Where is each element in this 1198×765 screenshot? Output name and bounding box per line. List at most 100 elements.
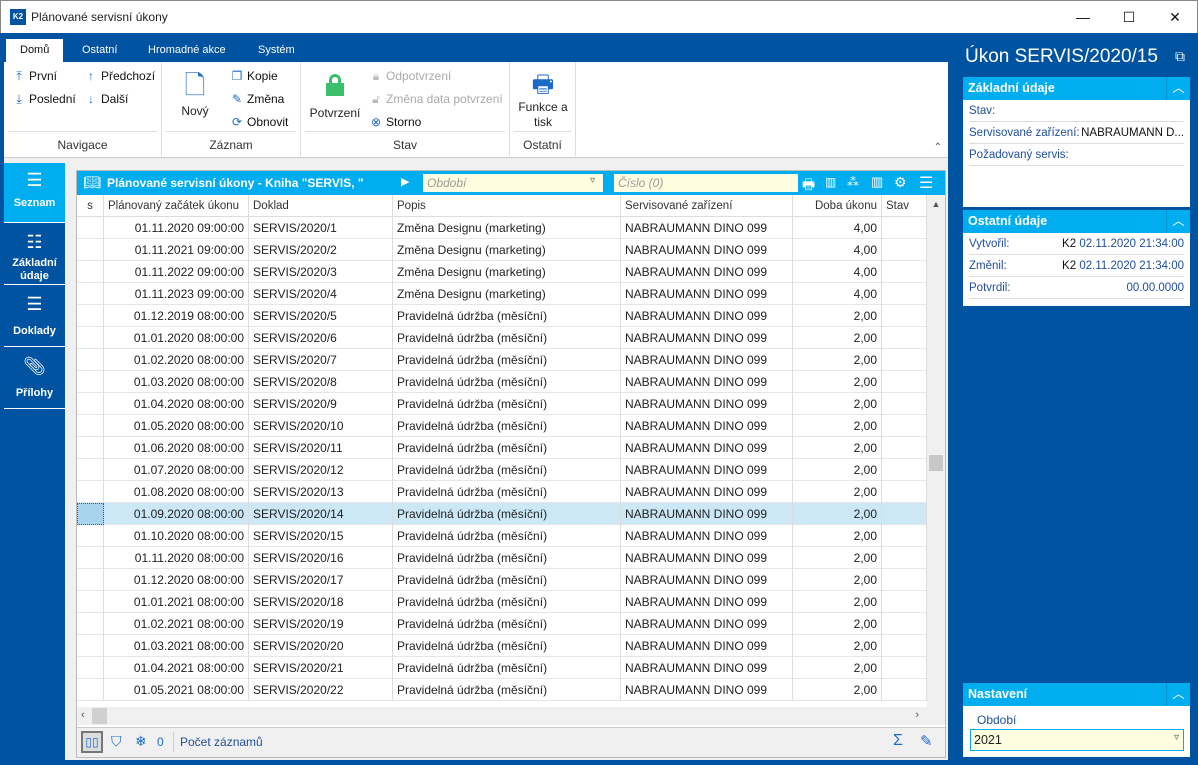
edit-button[interactable]: ✎ Změna: [230, 92, 284, 106]
collapse-icon[interactable]: ︿: [1166, 683, 1190, 706]
refresh-button[interactable]: ⟳ Obnovit: [230, 115, 288, 129]
copy-label: Kopie: [247, 69, 278, 83]
functions-print-button[interactable]: 🖶 Funkce a tisk: [514, 70, 572, 130]
cell-stav: [882, 569, 927, 591]
column-header[interactable]: s: [77, 195, 104, 217]
cell-marker: [77, 613, 104, 635]
edit-pencil-icon[interactable]: ✎: [920, 732, 933, 750]
table-row[interactable]: 01.12.2019 08:00:00 SERVIS/2020/5 Pravidel…: [77, 305, 927, 327]
column-header[interactable]: Doba úkonu: [793, 195, 882, 217]
scroll-right-icon[interactable]: ›: [915, 709, 919, 721]
table-row[interactable]: 01.12.2020 08:00:00 SERVIS/2020/17 Pravide…: [77, 569, 927, 591]
tab-system[interactable]: Systém: [244, 39, 309, 62]
menu-icon[interactable]: ☰: [919, 173, 933, 193]
record-count-button[interactable]: Počet záznamů: [180, 735, 263, 749]
open-external-icon[interactable]: ⧉: [1175, 48, 1185, 65]
chart-icon[interactable]: ▥: [825, 175, 836, 189]
nav-item-doklady[interactable]: ☰ Doklady: [4, 287, 65, 347]
previous-button[interactable]: ↑ Předchozí: [84, 69, 155, 83]
list-icon: ☰: [26, 294, 43, 314]
scroll-thumb[interactable]: [929, 455, 943, 471]
column-header[interactable]: Stav: [882, 195, 927, 217]
nav-label: Doklady: [13, 325, 56, 337]
sum-icon[interactable]: Σ: [893, 732, 903, 750]
cell: Pravidelná údržba (měsíční): [393, 635, 621, 657]
table-row[interactable]: 01.03.2020 08:00:00 SERVIS/2020/8 Pravidel…: [77, 371, 927, 393]
tab-hromadne-akce[interactable]: Hromadné akce: [134, 39, 240, 62]
vertical-scrollbar[interactable]: ▲: [927, 195, 945, 725]
previous-label: Předchozí: [101, 69, 156, 83]
dropdown-icon[interactable]: ▿: [1174, 732, 1179, 743]
filter-icon[interactable]: ⛉: [111, 733, 122, 750]
maximize-icon[interactable]: ☐: [1106, 5, 1152, 29]
table-row[interactable]: 01.05.2020 08:00:00 SERVIS/2020/10 Pravide…: [77, 415, 927, 437]
table-row[interactable]: 01.05.2021 08:00:00 SERVIS/2020/22 Pravide…: [77, 679, 927, 701]
table-row[interactable]: 01.02.2020 08:00:00 SERVIS/2020/7 Pravidel…: [77, 349, 927, 371]
tree-icon[interactable]: ⁂: [847, 175, 859, 189]
period-select[interactable]: 2021 ▿: [970, 729, 1184, 751]
book-icon[interactable]: 📖︎: [83, 174, 101, 191]
table-row[interactable]: 01.03.2021 08:00:00 SERVIS/2020/20 Pravide…: [77, 635, 927, 657]
table-row[interactable]: 01.11.2020 09:00:00 SERVIS/2020/1 Změna De…: [77, 217, 927, 239]
gear-icon[interactable]: ⚙: [894, 174, 907, 191]
table-row[interactable]: 01.11.2023 09:00:00 SERVIS/2020/4 Změna De…: [77, 283, 927, 305]
table-row[interactable]: 01.06.2020 08:00:00 SERVIS/2020/11 Pravide…: [77, 437, 927, 459]
paperclip-icon: 📎︎: [23, 356, 46, 376]
confirm-button[interactable]: Potvrzení: [307, 70, 363, 121]
field-value: NABRAUMANN D...: [1081, 127, 1184, 139]
table-row[interactable]: 01.02.2021 08:00:00 SERVIS/2020/19 Pravide…: [77, 613, 927, 635]
book-toggle-icon[interactable]: ▯▯: [81, 731, 103, 753]
nav-item-seznam[interactable]: ☰ Seznam: [4, 163, 65, 223]
cell: SERVIS/2020/12: [249, 459, 393, 481]
table-row[interactable]: 01.04.2020 08:00:00 SERVIS/2020/9 Pravidel…: [77, 393, 927, 415]
column-header[interactable]: Doklad: [249, 195, 393, 217]
columns-icon[interactable]: ▥: [871, 174, 883, 190]
scroll-up-icon[interactable]: ▲: [927, 199, 945, 209]
table-row[interactable]: 01.04.2021 08:00:00 SERVIS/2020/21 Pravide…: [77, 657, 927, 679]
table-row[interactable]: 01.08.2020 08:00:00 SERVIS/2020/13 Pravide…: [77, 481, 927, 503]
column-header[interactable]: Plánovaný začátek úkonu: [104, 195, 249, 217]
minimize-icon[interactable]: —: [1060, 5, 1106, 29]
cell-stav: [882, 371, 927, 393]
cell: SERVIS/2020/13: [249, 481, 393, 503]
number-search-input[interactable]: Číslo (0): [614, 174, 798, 192]
scroll-left-icon[interactable]: ‹: [81, 709, 85, 721]
last-button[interactable]: ⤓ Poslední: [12, 92, 75, 107]
new-button[interactable]: 🗋 Nový: [172, 70, 218, 119]
collapse-icon[interactable]: ︿: [1166, 210, 1190, 233]
table-row[interactable]: 01.07.2020 08:00:00 SERVIS/2020/12 Pravide…: [77, 459, 927, 481]
cell: Změna Designu (marketing): [393, 239, 621, 261]
nav-item-zakladni-udaje[interactable]: ☷ Základní údaje: [4, 225, 65, 285]
close-icon[interactable]: ✕: [1152, 5, 1198, 29]
unconfirm-button[interactable]: 🔒︎ Odpotvrzení: [369, 69, 452, 84]
hscroll-thumb[interactable]: [92, 708, 107, 724]
records-grid: 📖︎ Plánované servisní úkony - Kniha "SER…: [76, 170, 946, 758]
table-row[interactable]: 01.10.2020 08:00:00 SERVIS/2020/15 Pravide…: [77, 525, 927, 547]
table-row[interactable]: 01.11.2021 09:00:00 SERVIS/2020/2 Změna De…: [77, 239, 927, 261]
column-header[interactable]: Servisované zařízení: [621, 195, 793, 217]
cell: 2,00: [793, 657, 882, 679]
tab-domu[interactable]: Domů: [6, 39, 64, 62]
nav-item-prilohy[interactable]: 📎︎ Přílohy: [4, 349, 65, 409]
collapse-icon[interactable]: ︿: [1166, 77, 1190, 100]
cancel-button[interactable]: ⊗ Storno: [369, 115, 421, 129]
table-row[interactable]: 01.11.2022 09:00:00 SERVIS/2020/3 Změna De…: [77, 261, 927, 283]
cell-start: 01.09.2020 08:00:00: [104, 503, 249, 525]
table-row[interactable]: 01.09.2020 08:00:00 SERVIS/2020/14 Pravide…: [77, 503, 927, 525]
dropdown-icon[interactable]: ▿: [590, 175, 595, 186]
change-confirm-date-button[interactable]: 🔓︎ Změna data potvrzení: [369, 92, 503, 107]
snowflake-icon[interactable]: ❄: [135, 733, 147, 750]
table-row[interactable]: 01.01.2020 08:00:00 SERVIS/2020/6 Pravidel…: [77, 327, 927, 349]
horizontal-scrollbar[interactable]: ‹ ›: [77, 707, 927, 725]
copy-button[interactable]: ❐ Kopie: [230, 69, 278, 83]
first-button[interactable]: ⤒ První: [12, 69, 57, 84]
play-icon[interactable]: ▶: [401, 175, 409, 188]
cell-marker: [77, 327, 104, 349]
tab-ostatni[interactable]: Ostatní: [68, 39, 131, 62]
table-row[interactable]: 01.11.2020 08:00:00 SERVIS/2020/16 Pravide…: [77, 547, 927, 569]
collapse-ribbon-icon[interactable]: ⌃: [934, 142, 942, 153]
period-input[interactable]: Období: [423, 174, 603, 192]
table-row[interactable]: 01.01.2021 08:00:00 SERVIS/2020/18 Pravide…: [77, 591, 927, 613]
next-button[interactable]: ↓ Další: [84, 92, 128, 106]
column-header[interactable]: Popis: [393, 195, 621, 217]
